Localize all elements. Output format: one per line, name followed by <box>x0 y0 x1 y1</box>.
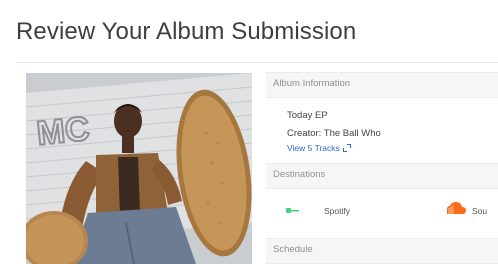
page-title: Review Your Album Submission <box>16 18 357 45</box>
schedule-label: Schedule <box>273 244 313 255</box>
title-divider <box>16 62 498 63</box>
expand-icon <box>342 144 351 152</box>
schedule-header: Schedule <box>266 238 498 264</box>
destinations-label: Destinations <box>273 169 326 180</box>
soundcloud-label: Sou <box>472 206 488 216</box>
album-information-header: Album Information <box>266 72 498 98</box>
destinations-list: Spotify Sou <box>266 200 498 224</box>
album-information-label: Album Information <box>273 78 351 89</box>
svg-text:MC: MC <box>35 110 92 153</box>
spotify-label: Spotify <box>324 206 350 216</box>
album-details-panel: Album Information Today EP Creator: The … <box>266 72 498 264</box>
view-tracks-link[interactable]: View 5 Tracks <box>287 143 351 153</box>
soundcloud-icon <box>447 202 466 214</box>
destinations-header: Destinations <box>266 163 498 189</box>
spotify-icon <box>286 208 299 213</box>
album-cover-image: MC <box>26 73 252 264</box>
album-creator: Creator: The Ball Who <box>287 128 381 139</box>
view-tracks-label: View 5 Tracks <box>287 143 340 153</box>
album-name: Today EP <box>287 110 328 121</box>
